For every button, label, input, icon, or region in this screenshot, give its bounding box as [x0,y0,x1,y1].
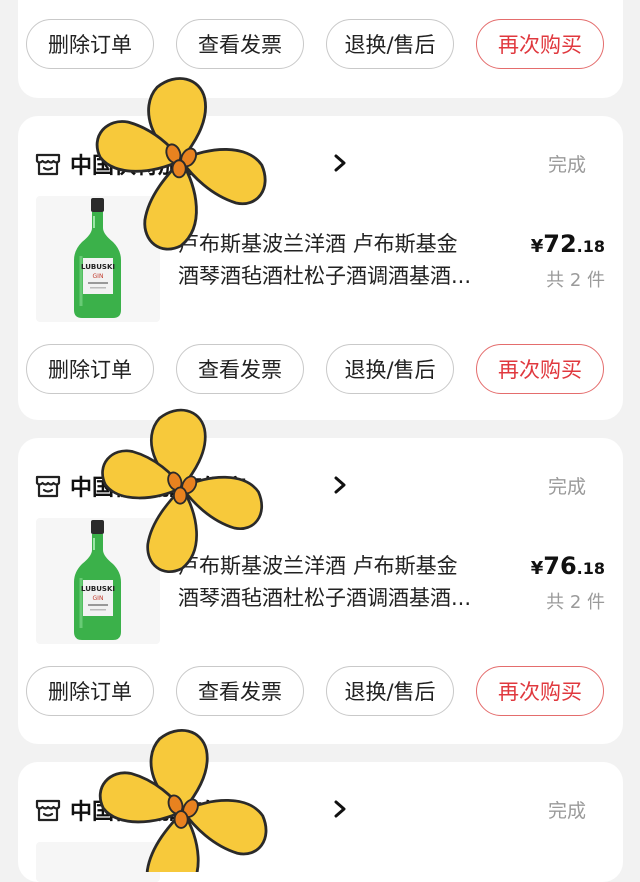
flower-sticker-icon [101,408,264,574]
flower-sticker-icon [98,729,268,872]
buy-again-button[interactable]: 再次购买 [476,666,604,716]
item-count: 共 2 件 [546,270,605,291]
chevron-right-icon [334,476,346,494]
delete-order-button[interactable]: 删除订单 [26,666,154,716]
chevron-right-icon [334,154,346,172]
order-status: 完成 [547,476,586,498]
delete-order-button[interactable]: 删除订单 [26,344,154,394]
chevron-right-icon [334,800,346,818]
buy-again-button[interactable]: 再次购买 [476,344,604,394]
svg-text:GIN: GIN [93,273,104,280]
flower-sticker-icon [95,77,267,251]
svg-text:GIN: GIN [93,595,104,602]
view-invoice-button[interactable]: 查看发票 [176,666,304,716]
return-service-button[interactable]: 退换/售后 [326,19,454,69]
item-count: 共 2 件 [546,592,605,613]
order-status: 完成 [547,800,586,822]
delete-order-button[interactable]: 删除订单 [26,19,154,69]
return-service-button[interactable]: 退换/售后 [326,344,454,394]
view-invoice-button[interactable]: 查看发票 [176,19,304,69]
svg-text:LUBUSKI: LUBUSKI [81,263,115,271]
product-price: ¥76.18 [530,552,605,580]
view-invoice-button[interactable]: 查看发票 [176,344,304,394]
store-icon [35,475,61,498]
svg-text:LUBUSKI: LUBUSKI [81,585,115,593]
buy-again-button[interactable]: 再次购买 [476,19,604,69]
store-icon [35,153,61,176]
order-status: 完成 [547,154,586,176]
return-service-button[interactable]: 退换/售后 [326,666,454,716]
product-price: ¥72.18 [530,230,605,258]
store-icon [35,799,61,822]
